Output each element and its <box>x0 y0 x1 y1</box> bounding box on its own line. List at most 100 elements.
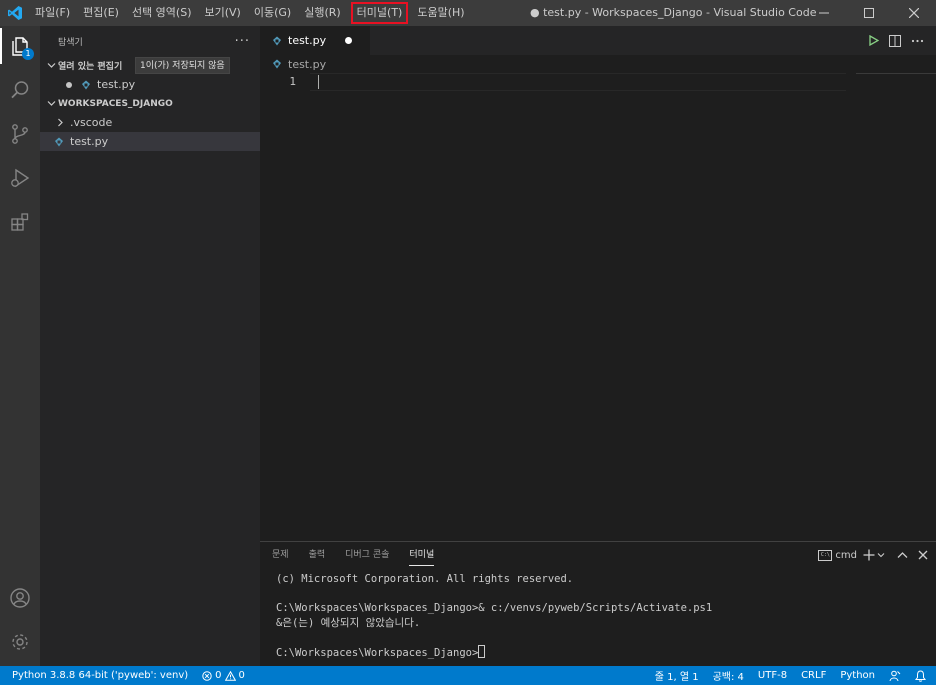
tab-debug-console[interactable]: 디버그 콘솔 <box>345 542 389 568</box>
terminal-selector[interactable]: C:\ cmd <box>818 549 857 561</box>
line-number: 1 <box>289 75 296 88</box>
file-item[interactable]: test.py <box>40 132 260 151</box>
encoding[interactable]: UTF-8 <box>758 670 787 681</box>
close-panel-button[interactable] <box>918 545 928 565</box>
maximize-icon <box>863 8 874 18</box>
tab-problems[interactable]: 문제 <box>272 542 289 568</box>
menu-view[interactable]: 보기(V) <box>199 2 245 24</box>
minimize-button[interactable] <box>801 0 846 26</box>
editor-area: test.py test.py 1 <box>260 26 936 541</box>
run-file-button[interactable] <box>862 30 884 52</box>
editor-tab[interactable]: test.py <box>260 26 370 55</box>
panel-actions: C:\ cmd <box>818 542 928 568</box>
python-file-icon <box>82 80 90 89</box>
terminal-output[interactable]: (c) Microsoft Corporation. All rights re… <box>260 568 936 659</box>
menu-terminal[interactable]: 터미널(T) <box>350 2 409 24</box>
extensions-icon <box>11 213 29 231</box>
shell-name: cmd <box>835 549 857 561</box>
tab-output[interactable]: 출력 <box>309 542 326 568</box>
activity-accounts[interactable] <box>0 578 40 618</box>
menu-file[interactable]: 파일(F) <box>30 2 75 24</box>
new-terminal-button[interactable] <box>863 545 885 565</box>
activity-explorer[interactable]: 1 <box>0 26 40 66</box>
ellipsis-icon <box>911 39 923 42</box>
window-title: ● test.py - Workspaces_Django - Visual S… <box>530 6 817 19</box>
activity-extensions[interactable] <box>0 202 40 242</box>
gear-icon <box>12 634 28 650</box>
terminal-icon: C:\ <box>818 549 833 561</box>
unsaved-dot-icon[interactable] <box>345 37 352 44</box>
chevron-up-icon <box>897 552 908 558</box>
editor-more-button[interactable] <box>906 30 928 52</box>
terminal-line: &은(는) 예상되지 않았습니다. <box>276 616 421 629</box>
minimap[interactable] <box>856 73 936 74</box>
run-debug-icon <box>11 168 30 188</box>
activity-manage[interactable] <box>0 622 40 662</box>
menu-help[interactable]: 도움말(H) <box>412 2 469 24</box>
tab-terminal[interactable]: 터미널 <box>409 542 434 568</box>
python-file-icon <box>273 36 281 45</box>
play-icon <box>868 35 879 46</box>
activity-search[interactable] <box>0 70 40 110</box>
cursor-position[interactable]: 줄 1, 열 1 <box>655 668 699 683</box>
title-bar: 파일(F) 편집(E) 선택 영역(S) 보기(V) 이동(G) 실행(R) 터… <box>0 0 936 26</box>
python-interpreter[interactable]: Python 3.8.8 64-bit ('pyweb': venv) <box>12 670 188 681</box>
warning-count: 0 <box>238 670 245 681</box>
feedback-button[interactable] <box>889 670 901 682</box>
maximize-button[interactable] <box>846 0 891 26</box>
chevron-down-icon <box>44 61 58 70</box>
close-icon <box>918 550 928 560</box>
text-cursor <box>318 75 319 89</box>
activity-source-control[interactable] <box>0 114 40 154</box>
status-right: 줄 1, 열 1 공백: 4 UTF-8 CRLF Python <box>655 666 926 685</box>
editor-actions <box>862 26 928 55</box>
close-button[interactable] <box>891 0 936 26</box>
menu-bar: 파일(F) 편집(E) 선택 영역(S) 보기(V) 이동(G) 실행(R) 터… <box>30 0 473 26</box>
activity-run-debug[interactable] <box>0 158 40 198</box>
folder-name: .vscode <box>70 116 113 129</box>
active-indicator <box>0 28 2 64</box>
unsaved-dot-icon <box>66 81 72 88</box>
notifications-button[interactable] <box>915 669 926 682</box>
current-line-highlight <box>310 73 846 91</box>
chevron-right-icon <box>58 118 63 127</box>
indentation[interactable]: 공백: 4 <box>713 668 744 683</box>
folder-item[interactable]: .vscode <box>40 113 260 132</box>
open-editors-section[interactable]: 열려 있는 편집기 1이(가) 저장되지 않음 <box>40 56 260 75</box>
python-file-icon <box>273 59 281 69</box>
menu-go[interactable]: 이동(G) <box>249 2 296 24</box>
panel-tabs: 문제 출력 디버그 콘솔 터미널 C:\ cmd <box>260 542 936 568</box>
split-editor-button[interactable] <box>884 30 906 52</box>
python-file-icon <box>55 137 63 146</box>
code-line[interactable]: 1 <box>260 73 936 91</box>
breadcrumb-file: test.py <box>288 57 327 71</box>
warning-icon <box>224 670 236 681</box>
open-editor-item[interactable]: test.py <box>40 75 260 94</box>
problems-count[interactable]: 0 0 <box>202 670 245 681</box>
terminal-cursor <box>478 644 486 658</box>
more-actions-button[interactable]: ··· <box>235 34 250 49</box>
account-icon <box>10 588 30 608</box>
end-of-line[interactable]: CRLF <box>801 670 826 681</box>
breadcrumb[interactable]: test.py <box>260 55 936 73</box>
terminal-line: (c) Microsoft Corporation. All rights re… <box>276 573 574 585</box>
vscode-logo-icon <box>0 0 30 26</box>
menu-edit[interactable]: 편집(E) <box>78 2 124 24</box>
workspace-section[interactable]: WORKSPACES_DJANGO <box>40 94 260 113</box>
language-mode[interactable]: Python <box>840 670 875 681</box>
plus-icon <box>863 549 875 561</box>
status-bar: Python 3.8.8 64-bit ('pyweb': venv) 0 0 … <box>0 666 936 685</box>
bell-icon <box>915 669 926 682</box>
menu-selection[interactable]: 선택 영역(S) <box>127 2 197 24</box>
sidebar-header: 탐색기 ··· <box>40 26 260 56</box>
menu-run[interactable]: 실행(R) <box>299 2 345 24</box>
maximize-panel-button[interactable] <box>897 545 908 565</box>
activity-bar: 1 <box>0 26 40 666</box>
open-editors-label: 열려 있는 편집기 <box>58 62 123 72</box>
workspace-label: WORKSPACES_DJANGO <box>58 98 173 109</box>
window-controls <box>801 0 936 26</box>
file-name: test.py <box>70 135 109 148</box>
error-count: 0 <box>215 670 222 681</box>
